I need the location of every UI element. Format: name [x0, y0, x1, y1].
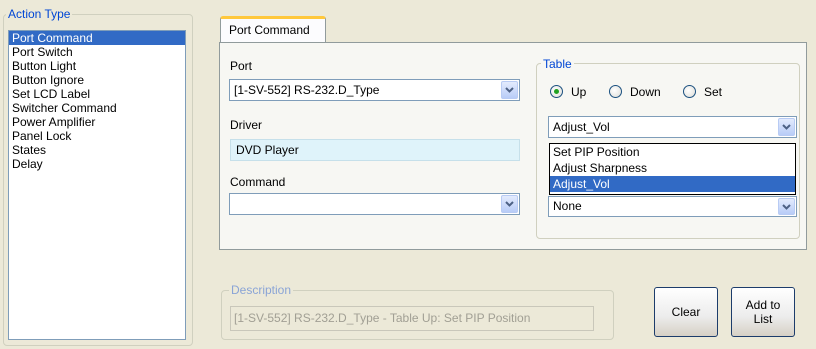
command-label: Command [230, 175, 286, 189]
command-select[interactable] [229, 193, 520, 215]
port-select-value: [1-SV-552] RS-232.D_Type [234, 83, 380, 97]
table-command-select[interactable]: Adjust_Vol [548, 116, 797, 138]
list-item[interactable]: States [9, 143, 185, 157]
radio-down-label: Down [630, 85, 661, 99]
chevron-down-icon[interactable] [778, 118, 795, 136]
radio-down[interactable] [609, 85, 622, 98]
list-item[interactable]: Port Command [9, 31, 185, 45]
action-type-list[interactable]: Port Command Port Switch Button Light Bu… [8, 30, 186, 340]
table-title: Table [541, 57, 574, 71]
list-item[interactable]: Port Switch [9, 45, 185, 59]
radio-up[interactable] [550, 85, 563, 98]
clear-button[interactable]: Clear [654, 287, 718, 337]
radio-up-label: Up [571, 85, 587, 99]
list-item[interactable]: Button Ignore [9, 73, 185, 87]
radio-set-label: Set [704, 85, 723, 99]
dropdown-item[interactable]: Set PIP Position [550, 144, 795, 160]
dropdown-item[interactable]: Adjust Sharpness [550, 160, 795, 176]
list-item[interactable]: Panel Lock [9, 129, 185, 143]
description-field: [1-SV-552] RS-232.D_Type - Table Up: Set… [230, 306, 594, 331]
add-to-list-button[interactable]: Add to List [731, 287, 795, 337]
table-secondary-value: None [553, 199, 582, 213]
chevron-down-icon[interactable] [501, 195, 518, 213]
tab-port-command[interactable]: Port Command [220, 16, 326, 42]
list-item[interactable]: Power Amplifier [9, 115, 185, 129]
radio-set[interactable] [683, 85, 696, 98]
table-secondary-select[interactable]: None [548, 196, 797, 217]
table-command-value: Adjust_Vol [553, 120, 610, 134]
dropdown-item[interactable]: Adjust_Vol [550, 176, 795, 192]
driver-field: DVD Player [230, 139, 520, 161]
list-item[interactable]: Delay [9, 157, 185, 171]
driver-label: Driver [230, 118, 262, 132]
chevron-down-icon[interactable] [778, 198, 795, 215]
list-item[interactable]: Set LCD Label [9, 87, 185, 101]
chevron-down-icon[interactable] [501, 81, 518, 99]
list-item[interactable]: Button Light [9, 59, 185, 73]
clear-button-label: Clear [671, 305, 701, 319]
port-label: Port [230, 59, 253, 73]
description-title: Description [229, 283, 294, 297]
list-item[interactable]: Switcher Command [9, 101, 185, 115]
add-to-list-label-line1: Add to [745, 298, 781, 312]
table-command-dropdown[interactable]: Set PIP Position Adjust Sharpness Adjust… [549, 143, 796, 195]
add-to-list-label-line2: List [753, 312, 773, 326]
port-select[interactable]: [1-SV-552] RS-232.D_Type [229, 79, 520, 101]
action-type-title: Action Type [6, 7, 73, 21]
